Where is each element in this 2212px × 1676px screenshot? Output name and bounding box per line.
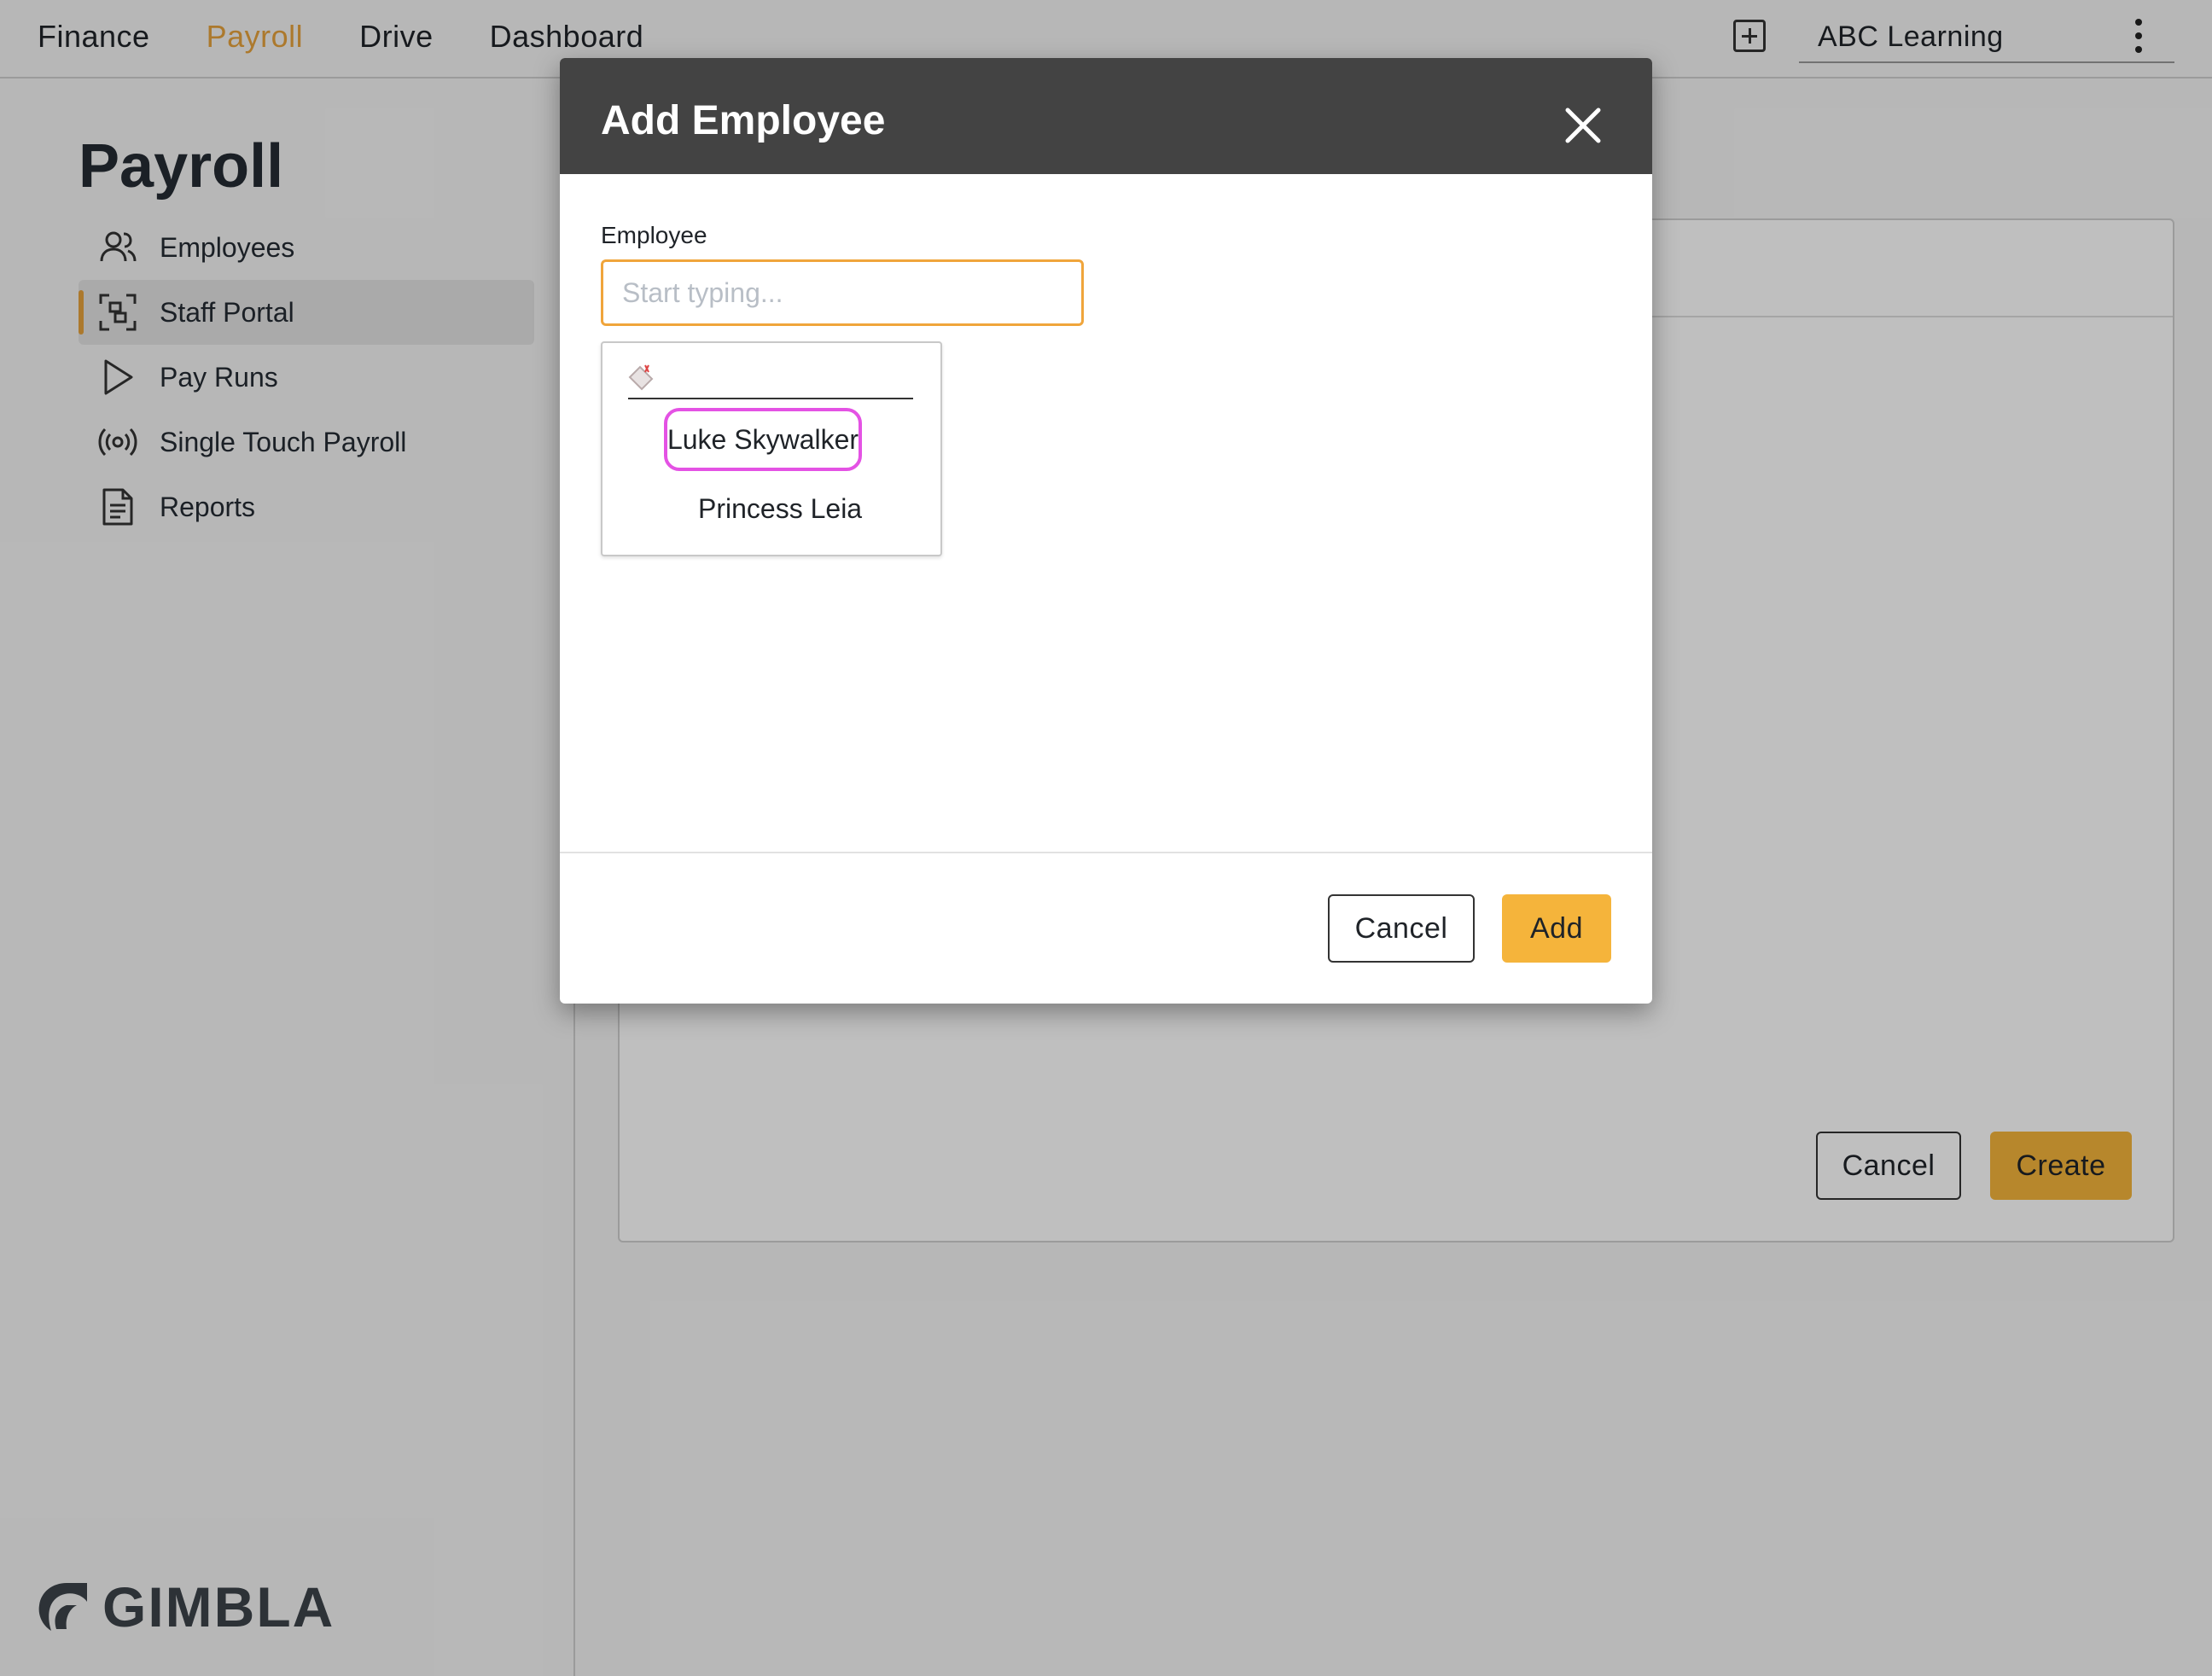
- option-princess-leia[interactable]: Princess Leia: [698, 493, 862, 525]
- option-luke-skywalker[interactable]: Luke Skywalker: [664, 408, 862, 471]
- employee-search-input[interactable]: [601, 259, 1084, 326]
- employee-dropdown: Luke Skywalker Princess Leia: [601, 341, 942, 556]
- close-icon[interactable]: [1563, 106, 1603, 145]
- dropdown-filter-underline: [628, 398, 913, 399]
- dialog-header: Add Employee: [560, 58, 1652, 174]
- add-employee-dialog: Add Employee Employee Luke Skywalker Pri…: [560, 58, 1652, 1004]
- dialog-footer-divider: [560, 852, 1652, 853]
- dialog-add-button[interactable]: Add: [1502, 894, 1611, 963]
- dialog-title: Add Employee: [601, 98, 886, 143]
- employee-field-label: Employee: [601, 222, 707, 248]
- dialog-cancel-button[interactable]: Cancel: [1328, 894, 1475, 963]
- broken-image-icon: [628, 364, 654, 391]
